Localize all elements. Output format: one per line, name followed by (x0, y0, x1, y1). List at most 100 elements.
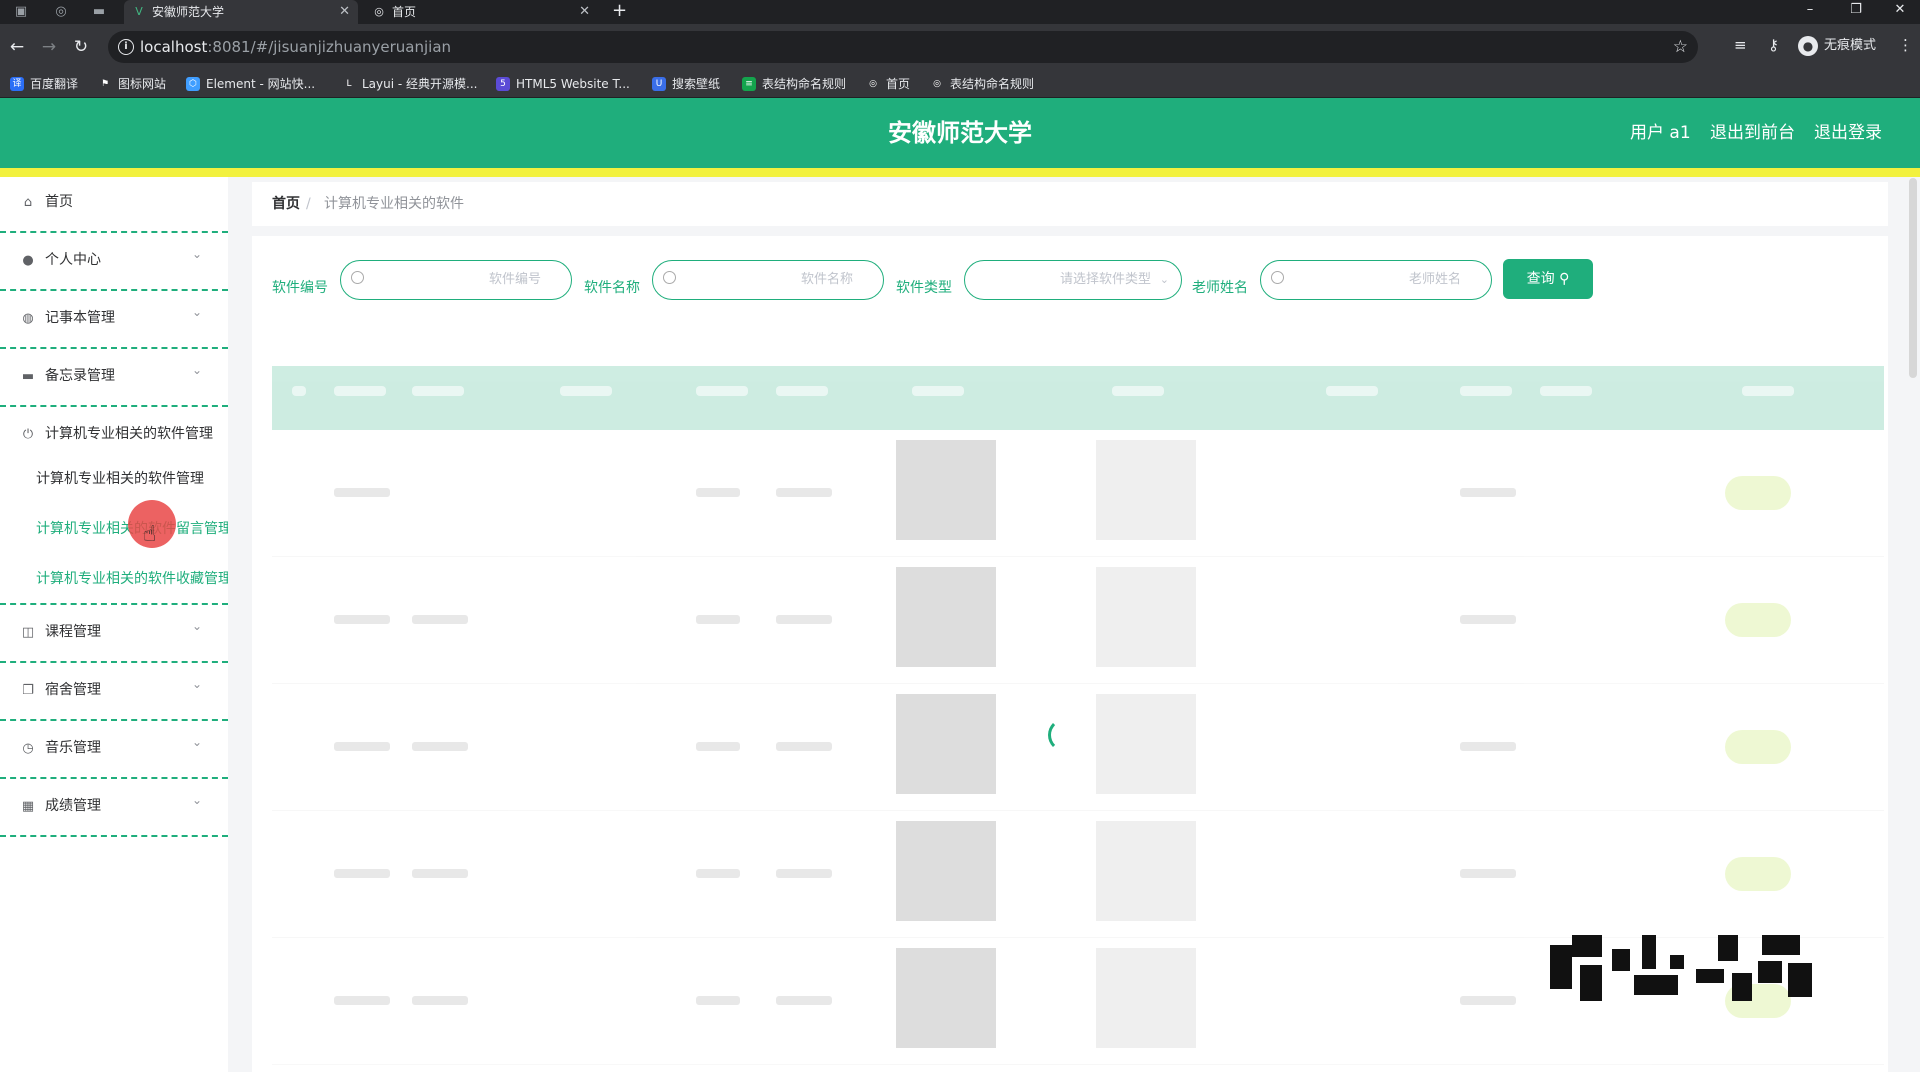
flag-icon: ⚑ (98, 77, 112, 91)
table-row[interactable] (272, 430, 1884, 557)
key-icon[interactable]: ⚷ (1768, 36, 1779, 54)
globe-icon: ◎ (866, 77, 880, 91)
sidebar-item-course[interactable]: ◫ 课程管理 ⌄ (0, 607, 228, 663)
forward-arrow-icon[interactable]: → (38, 36, 60, 58)
breadcrumb-home[interactable]: 首页 (272, 182, 300, 226)
url-host: localhost (140, 38, 208, 56)
back-arrow-icon[interactable]: ← (6, 36, 28, 58)
tab-title: 首页 (392, 5, 417, 19)
profile-label: 无痕模式 (1824, 38, 1877, 53)
loading-spinner-icon (1048, 718, 1082, 752)
sidebar-item-dorm[interactable]: ❐ 宿舍管理 ⌄ (0, 665, 228, 721)
bookmark-item[interactable]: 5 HTML5 Website T... (496, 75, 630, 93)
sidebar-subitem-software-favorites[interactable]: 计算机专业相关的软件收藏管理 (36, 569, 228, 589)
header-accent-strip (0, 168, 1920, 177)
html5-icon: 5 (496, 77, 510, 91)
grid-icon: ▦ (21, 799, 35, 814)
globe-icon: ◎ (930, 77, 944, 91)
incognito-profile-button[interactable]: ● 无痕模式 (1798, 35, 1876, 57)
power-icon: ⏻ (22, 427, 34, 442)
software-type-label: 软件类型 (896, 280, 952, 296)
bookmark-item[interactable]: L Layui - 经典开源模... (342, 75, 477, 93)
notebook-icon: ◍ (22, 311, 34, 326)
back-to-front-link[interactable]: 退出到前台 (1710, 98, 1795, 168)
app-header: 安徽师范大学 用户 a1 退出到前台 退出登录 (0, 98, 1920, 168)
globe-icon: ◎ (374, 5, 384, 18)
bookmark-item[interactable]: ⬡ Element - 网站快... (186, 75, 315, 93)
bookmark-item[interactable]: ◎ 表结构命名规则 (930, 75, 1034, 93)
minimize-icon[interactable]: – (1790, 0, 1830, 24)
sidebar-item-memo[interactable]: ▬ 备忘录管理 ⌄ (0, 351, 228, 407)
software-name-label: 软件名称 (584, 280, 640, 296)
layui-icon: L (342, 77, 356, 91)
table-row[interactable] (272, 811, 1884, 938)
restore-icon[interactable]: ❐ (1836, 0, 1876, 24)
table-row[interactable] (272, 684, 1884, 811)
element-icon: ⬡ (186, 77, 200, 91)
sidebar-item-home[interactable]: ⌂ 首页 (0, 177, 228, 233)
search-icon (351, 271, 364, 284)
wallpaper-icon: U (652, 77, 666, 91)
bookmark-item[interactable]: ◎ 首页 (866, 75, 910, 93)
table-header (272, 366, 1884, 430)
teacher-name-input[interactable]: 老师姓名 (1260, 260, 1492, 300)
page-scrollbar[interactable] (1909, 178, 1917, 378)
sidebar-item-music[interactable]: ◷ 音乐管理 ⌄ (0, 723, 228, 779)
tab-home[interactable]: ◎ 首页 ✕ (364, 0, 598, 24)
sidebar-item-personal-center[interactable]: ● 个人中心 ⌄ (0, 235, 228, 291)
bookmarks-bar: 译百度翻译 ⚑ 图标网站 ⬡ Element - 网站快... L Layui - 经… (0, 70, 1920, 98)
breadcrumb: 首页 / 计算机专业相关的软件 (252, 182, 1888, 226)
course-icon: ◫ (21, 625, 35, 640)
doc-icon: ≡ (742, 77, 756, 91)
bookmark-item[interactable]: ≡ 表结构命名规则 (742, 75, 846, 93)
browser-tab-bar: ▣ ◎ ▬ V 安徽师范大学 ✕ ◎ 首页 ✕ + – ❐ ✕ (0, 0, 1920, 24)
bookmark-item[interactable]: 译百度翻译 (10, 75, 78, 93)
software-type-select[interactable]: 请选择软件类型 ⌄ (964, 260, 1182, 300)
bookmark-star-icon[interactable]: ☆ (1673, 37, 1688, 57)
window-close-icon[interactable]: ✕ (1880, 0, 1920, 24)
chevron-down-icon: ⌄ (191, 677, 202, 691)
sidebar: ⌂ 首页 ● 个人中心 ⌄ ◍ 记事本管理 ⌄ ▬ 备忘录管理 ⌄ ⏻ 计算机专… (0, 177, 228, 1072)
logout-link[interactable]: 退出登录 (1814, 98, 1882, 168)
query-button[interactable]: 查询 ⚲ (1503, 259, 1593, 299)
bookmark-item[interactable]: ⚑ 图标网站 (98, 75, 166, 93)
new-tab-plus-icon[interactable]: + (612, 0, 627, 22)
sidebar-subitem-software-manage[interactable]: 计算机专业相关的软件管理 (36, 469, 228, 489)
globe-icon[interactable]: ◎ (52, 3, 70, 21)
table-row[interactable] (272, 557, 1884, 684)
software-name-input[interactable]: 软件名称 (652, 260, 884, 300)
search-icon (1271, 271, 1284, 284)
reading-list-icon[interactable]: ≡ (1734, 36, 1747, 54)
dorm-icon: ❐ (22, 683, 34, 698)
info-icon[interactable]: i (118, 39, 134, 55)
qr-code-watermark (1550, 935, 1812, 1003)
tab-anhui-normal-university[interactable]: V 安徽师范大学 ✕ (124, 0, 358, 24)
chevron-down-icon: ⌄ (191, 305, 202, 319)
search-icon (663, 271, 676, 284)
chevron-down-icon: ⌄ (1159, 273, 1169, 286)
breadcrumb-current: 计算机专业相关的软件 (324, 196, 464, 212)
teacher-name-label: 老师姓名 (1192, 280, 1248, 296)
url-path: :8081/#/jisuanjizhuanyeruanjian (207, 38, 452, 56)
user-label[interactable]: 用户 a1 (1630, 98, 1691, 168)
more-menu-icon[interactable]: ⋮ (1898, 36, 1913, 54)
sidebar-item-notebook[interactable]: ◍ 记事本管理 ⌄ (0, 293, 228, 349)
chevron-down-icon: ⌄ (191, 793, 202, 807)
close-icon[interactable]: ✕ (579, 0, 590, 24)
window-icon[interactable]: ▬ (90, 3, 108, 21)
sidebar-item-grades[interactable]: ▦ 成绩管理 ⌄ (0, 781, 228, 837)
chevron-down-icon: ⌄ (191, 247, 202, 261)
bookmark-item[interactable]: U 搜索壁纸 (652, 75, 720, 93)
software-no-label: 软件编号 (272, 280, 328, 296)
software-no-input[interactable]: 软件编号 (340, 260, 572, 300)
reload-icon[interactable]: ↻ (70, 36, 92, 58)
translate-icon: 译 (10, 77, 24, 91)
bilibili-icon[interactable]: ▣ (12, 3, 30, 21)
chevron-down-icon: ⌄ (191, 619, 202, 633)
memo-icon: ▬ (21, 369, 35, 384)
close-icon[interactable]: ✕ (339, 0, 350, 24)
address-bar: ← → ↻ i localhost:8081/#/jisuanjizhuanye… (0, 24, 1920, 70)
breadcrumb-separator: / (306, 196, 311, 212)
url-field[interactable]: i localhost:8081/#/jisuanjizhuanyeruanji… (108, 31, 1698, 63)
chevron-down-icon: ⌄ (191, 363, 202, 377)
